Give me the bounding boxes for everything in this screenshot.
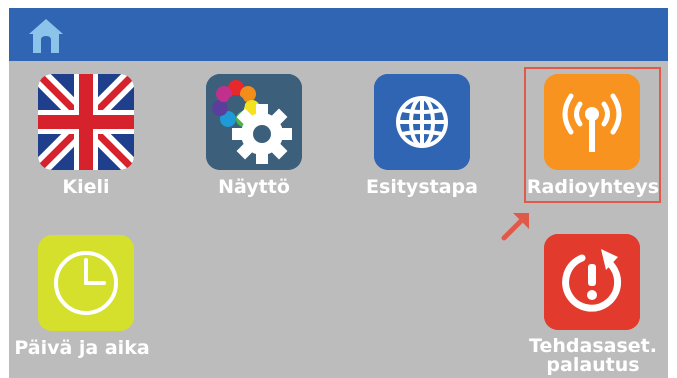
globe-icon — [374, 74, 470, 170]
tile-paiva-ja-aika-label: Päivä ja aika — [14, 337, 150, 359]
clock-icon — [38, 235, 134, 331]
tile-kieli[interactable]: Kieli — [36, 74, 136, 197]
tile-radioyhteys[interactable]: Radioyhteys — [526, 74, 660, 197]
radio-antenna-icon — [544, 74, 640, 170]
tile-kieli-label: Kieli — [62, 176, 110, 198]
home-icon — [29, 19, 63, 53]
home-button[interactable] — [26, 16, 66, 56]
settings-screen: Kieli Näyttö Esitystapa Radioyhteys Päiv… — [0, 0, 677, 378]
header-bar — [9, 8, 668, 61]
settings-grid: Kieli Näyttö Esitystapa Radioyhteys Päiv… — [9, 61, 668, 378]
tile-tehdasasetukset-label-line1: Tehdasaset. — [529, 335, 657, 357]
uk-flag-icon — [38, 74, 134, 170]
tile-esitystapa-label: Esitystapa — [366, 176, 478, 198]
tile-radioyhteys-label: Radioyhteys — [526, 176, 660, 198]
factory-reset-icon — [544, 234, 640, 330]
tile-tehdasasetukset-label-line2: palautus — [546, 354, 640, 376]
tile-naytto-label: Näyttö — [218, 176, 290, 198]
tile-esitystapa[interactable]: Esitystapa — [355, 74, 483, 197]
tile-tehdasasetukset[interactable]: Tehdasaset. palautus — [526, 231, 660, 378]
display-settings-gear-icon — [206, 74, 302, 170]
tile-naytto[interactable]: Näyttö — [204, 74, 306, 197]
tile-paiva-ja-aika[interactable]: Päivä ja aika — [9, 233, 155, 373]
